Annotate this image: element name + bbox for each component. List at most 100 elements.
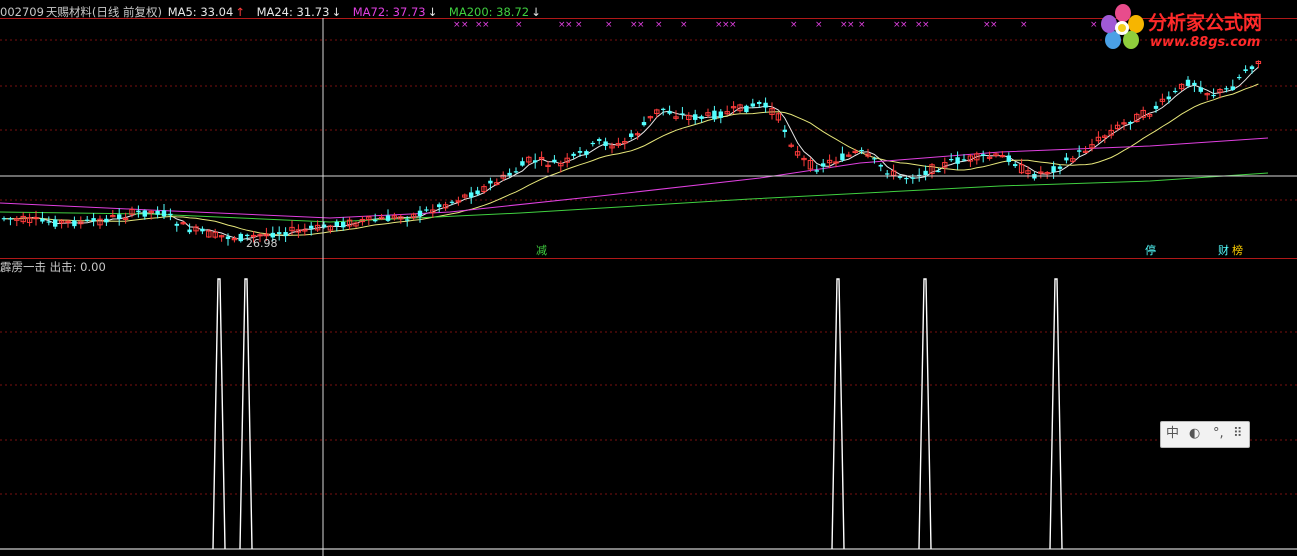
candle-body — [277, 232, 282, 234]
candle-body — [750, 103, 755, 107]
candlestick — [750, 98, 755, 109]
marker-bang: 榜 — [1232, 243, 1243, 257]
signal-x-marker: × — [858, 20, 866, 30]
candlestick — [526, 155, 532, 165]
candle-body — [513, 171, 519, 173]
candlestick — [590, 141, 595, 147]
signal-spike — [239, 278, 253, 550]
candle-body — [910, 177, 915, 179]
candlestick — [1038, 166, 1044, 179]
indicator-title: 霹雳一击 出击: 0.00 — [0, 260, 106, 274]
ime-toolbar[interactable]: 中 ◐ °, ⠿ — [1160, 421, 1250, 448]
moving-average-lines — [0, 66, 1269, 241]
signal-spike — [831, 278, 845, 550]
candlestick — [72, 216, 77, 229]
candlestick — [520, 157, 525, 167]
candle-body — [667, 111, 672, 114]
marker-cai: 财 — [1218, 243, 1229, 257]
candle-body — [981, 154, 986, 156]
candle-body — [53, 219, 58, 227]
candlestick — [730, 101, 737, 114]
candle-body — [238, 233, 243, 242]
candlestick — [955, 151, 960, 170]
candlestick — [488, 177, 493, 191]
candlestick — [1057, 164, 1063, 175]
price-header: 002709 天赐材料(日线 前复权) MA5: 33.04 ↑ MA24: 31.… — [0, 4, 543, 20]
candle-body — [142, 210, 147, 217]
stock-code: 002709 — [0, 5, 44, 19]
candle-body — [949, 159, 954, 161]
candle-body — [584, 151, 589, 155]
flower-icon — [1101, 4, 1144, 49]
candle-body — [885, 173, 890, 175]
candlestick — [200, 226, 205, 235]
candle-body — [1230, 86, 1235, 90]
candlestick — [417, 206, 423, 223]
signal-x-marker: × — [729, 20, 737, 30]
candle-body — [859, 149, 864, 152]
ime-punctuation-icon[interactable]: °, — [1213, 425, 1224, 443]
candlestick — [865, 148, 871, 159]
ma200-line — [0, 172, 1269, 223]
candlestick — [302, 223, 308, 236]
candle-body — [449, 201, 455, 203]
candlestick — [1, 216, 7, 222]
candle-body — [961, 159, 967, 161]
candle-body — [245, 234, 250, 236]
candle-body — [1173, 90, 1178, 93]
candle-body — [469, 192, 474, 198]
candle-body — [693, 114, 698, 120]
candle-body — [577, 151, 583, 153]
candlestick — [923, 165, 928, 181]
signal-x-marker: × — [575, 20, 583, 30]
candlestick — [1255, 60, 1262, 69]
candlestick — [104, 215, 109, 226]
candle-body — [552, 159, 557, 163]
ime-keyboard-icon[interactable]: ⠿ — [1233, 425, 1243, 443]
candle-body — [283, 232, 288, 237]
ime-moon-icon[interactable]: ◐ — [1189, 425, 1200, 443]
candle-body — [955, 157, 960, 164]
candlestick — [647, 115, 654, 122]
chart-window: × × × × × × × × × × × × × × × × × × × × × × × × × × × × × 26.98 减 停 … — [0, 0, 1297, 556]
candlestick — [410, 212, 417, 220]
candlestick — [341, 217, 346, 231]
chart-canvas[interactable]: × × × × × × × × × × × × × × × × × × × × × × × × × × × × × 26.98 减 停 … — [0, 0, 1297, 556]
signal-x-marker: × — [515, 20, 523, 30]
candlestick — [673, 110, 679, 121]
ime-chinese-mode-button[interactable]: 中 — [1166, 425, 1179, 443]
candle-body — [923, 170, 928, 176]
candlestick — [314, 220, 321, 232]
signal-x-marker: × — [565, 20, 573, 30]
candlestick — [533, 153, 538, 169]
candlestick — [699, 114, 704, 123]
candle-body — [718, 111, 723, 118]
candle-body — [1, 218, 7, 220]
candlestick — [174, 221, 179, 232]
candlestick — [238, 232, 243, 243]
candlestick — [993, 152, 999, 158]
candle-body — [1198, 87, 1203, 92]
candle-body — [641, 122, 647, 126]
candle-body — [488, 180, 493, 184]
candlestick — [538, 151, 545, 166]
marker-ting: 停 — [1145, 243, 1156, 257]
candle-body — [661, 108, 666, 110]
candle-body — [1013, 164, 1018, 167]
candlestick — [494, 178, 500, 186]
candle-body — [437, 204, 442, 208]
candlestick — [1178, 83, 1185, 91]
site-logo: 分析家公式网 www.88gs.com — [1098, 2, 1294, 54]
candlestick — [1089, 138, 1095, 152]
signal-x-marker: × — [453, 20, 461, 30]
signal-x-marker: × — [900, 20, 908, 30]
candle-body — [699, 116, 704, 119]
candlestick — [1204, 92, 1210, 101]
ma24-arrow-icon: ↓ — [331, 5, 342, 19]
candle-body — [168, 213, 173, 215]
candlestick — [788, 142, 794, 148]
candlestick — [597, 137, 602, 145]
candle-body — [161, 210, 167, 217]
candle-body — [629, 133, 634, 138]
candle-body — [1185, 79, 1191, 86]
